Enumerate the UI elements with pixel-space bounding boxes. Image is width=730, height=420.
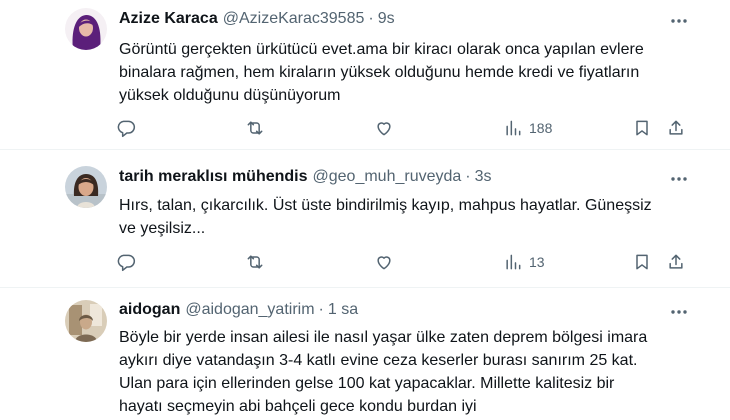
tweet-text-line: aykırı diye vatandaşın 3-4 katlı evine c…: [119, 352, 638, 369]
more-icon[interactable]: [668, 168, 690, 190]
retweet-icon: [247, 121, 263, 135]
tweet-header: tarih meraklısı mühendis @geo_muh_ruveyd…: [119, 166, 492, 188]
views-button[interactable]: 13: [503, 250, 545, 274]
like-button[interactable]: [374, 250, 394, 274]
more-icon[interactable]: [668, 301, 690, 323]
action-bar: 188: [112, 116, 692, 140]
avatar[interactable]: [65, 8, 107, 50]
author-handle[interactable]: @AzizeKarac39585: [223, 10, 365, 28]
tweet-text-line: Görüntü gerçekten ürkütücü evet.ama bir …: [119, 41, 644, 58]
tweet-text-line: yüksek olduğunu düşünüyorum: [119, 87, 341, 104]
more-icon[interactable]: [668, 10, 690, 32]
retweet-button[interactable]: [245, 250, 265, 274]
views-icon: [506, 120, 521, 136]
reply-button[interactable]: [116, 250, 136, 274]
tweet[interactable]: tarih meraklısı mühendis @geo_muh_ruveyd…: [0, 150, 730, 288]
like-icon: [377, 122, 391, 136]
tweet-text: Hırs, talan, çıkarcılık. Üst üste bindir…: [119, 194, 709, 240]
avatar-image: [65, 300, 107, 342]
author-name[interactable]: aidogan: [119, 301, 180, 319]
like-icon: [377, 256, 391, 270]
share-button[interactable]: [666, 250, 686, 274]
bookmark-button[interactable]: [632, 250, 652, 274]
separator-dot: ·: [368, 10, 374, 27]
share-icon: [669, 254, 683, 269]
share-icon: [669, 120, 683, 135]
like-button[interactable]: [374, 116, 394, 140]
tweet-text: Böyle bir yerde insan ailesi ile nasıl y…: [119, 326, 709, 418]
bookmark-icon: [636, 254, 648, 270]
tweet-text-line: Ulan para için ellerinden gelse 100 kat …: [119, 375, 615, 392]
avatar-image: [65, 8, 107, 50]
reply-icon: [117, 120, 136, 138]
views-count: 13: [529, 254, 545, 270]
tweet[interactable]: aidogan @aidogan_yatirim · 1 sa Böyle bi…: [0, 288, 730, 420]
author-handle[interactable]: @aidogan_yatirim: [185, 301, 314, 319]
retweet-icon: [247, 255, 263, 269]
tweet-text-line: hayatı seçmeyin abi bahçeli gece kondu b…: [119, 398, 477, 415]
tweet-text-line: ve yeşilsiz...: [119, 220, 206, 237]
share-button[interactable]: [666, 116, 686, 140]
separator-dot: ·: [318, 301, 324, 318]
tweet-header: Azize Karaca @AzizeKarac39585 · 9s: [119, 8, 395, 30]
author-name[interactable]: tarih meraklısı mühendis: [119, 168, 308, 186]
timestamp[interactable]: 1 sa: [328, 301, 358, 319]
reply-icon: [117, 254, 136, 272]
tweet-text-line: Hırs, talan, çıkarcılık. Üst üste bindir…: [119, 197, 652, 214]
action-bar: 13: [112, 250, 692, 274]
avatar-image: [65, 166, 107, 208]
bookmark-icon: [636, 120, 648, 136]
views-button[interactable]: 188: [503, 116, 552, 140]
tweet-header: aidogan @aidogan_yatirim · 1 sa: [119, 299, 358, 321]
tweet[interactable]: Azize Karaca @AzizeKarac39585 · 9s Görün…: [0, 0, 730, 150]
tweet-text-line: Böyle bir yerde insan ailesi ile nasıl y…: [119, 329, 648, 346]
author-handle[interactable]: @geo_muh_ruveyda: [313, 168, 462, 186]
separator-dot: ·: [465, 168, 471, 185]
reply-button[interactable]: [116, 116, 136, 140]
author-name[interactable]: Azize Karaca: [119, 10, 218, 28]
timestamp[interactable]: 9s: [378, 10, 395, 28]
views-icon: [506, 254, 521, 270]
views-count: 188: [529, 120, 553, 136]
timestamp[interactable]: 3s: [475, 168, 492, 186]
avatar[interactable]: [65, 300, 107, 342]
avatar[interactable]: [65, 166, 107, 208]
tweet-text-line: binalara rağmen, hem kiraların yüksek ol…: [119, 64, 640, 81]
tweet-text: Görüntü gerçekten ürkütücü evet.ama bir …: [119, 38, 709, 107]
retweet-button[interactable]: [245, 116, 265, 140]
bookmark-button[interactable]: [632, 116, 652, 140]
